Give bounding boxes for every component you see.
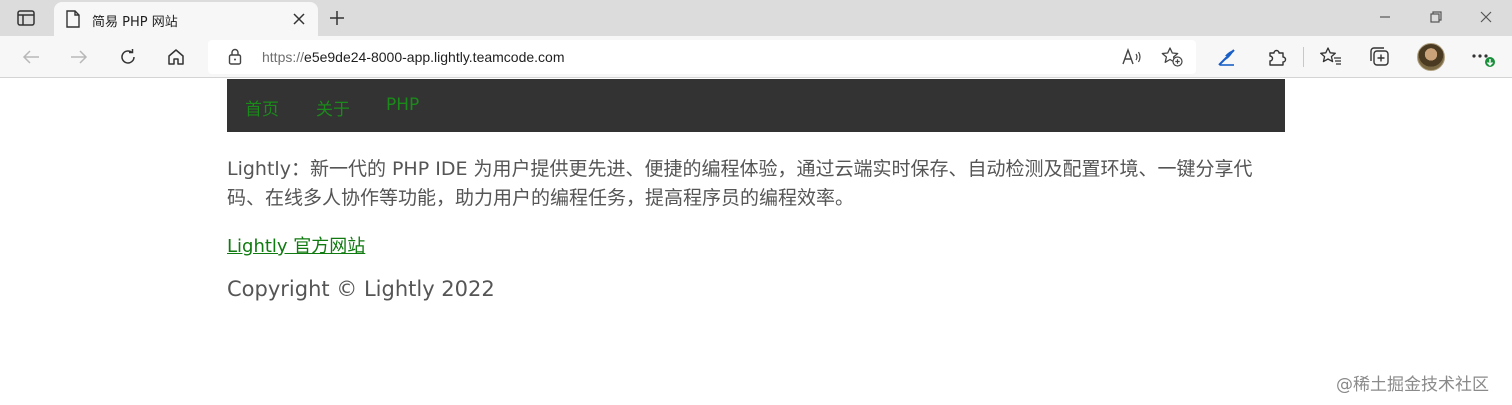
tab-title: 简易 PHP 网站 [92, 15, 178, 30]
page-icon [66, 10, 80, 32]
url-scheme: https:// [262, 49, 305, 65]
collections-icon [1370, 47, 1389, 66]
close-icon [293, 13, 305, 25]
settings-more-button[interactable] [1470, 45, 1496, 69]
extensions-button[interactable] [1264, 45, 1290, 69]
close-icon [1480, 11, 1492, 23]
star-add-icon [1161, 47, 1183, 67]
refresh-button[interactable] [116, 45, 140, 69]
nav-link-home[interactable]: 首页 [245, 95, 279, 120]
collections-button[interactable] [1367, 45, 1393, 69]
url-text[interactable]: https://e5e9de24-8000-app.lightly.teamco… [262, 49, 565, 65]
read-aloud-button[interactable] [1120, 46, 1144, 68]
nav-link-about[interactable]: 关于 [316, 95, 350, 120]
feather-icon [1218, 49, 1235, 66]
arrow-left-icon [22, 50, 39, 64]
puzzle-icon [1269, 49, 1287, 66]
web-page-content: 首页 关于 PHP Lightly：新一代的 PHP IDE 为用户提供更先进、… [0, 79, 1512, 405]
arrow-right-icon [71, 50, 88, 64]
restore-button[interactable] [1424, 6, 1448, 28]
minimize-icon [1380, 16, 1390, 18]
extension-button[interactable] [1214, 45, 1240, 69]
tab-actions-button[interactable] [12, 7, 40, 29]
back-button[interactable] [19, 45, 43, 69]
watermark: @稀土掘金技术社区 [1336, 375, 1489, 395]
url-host: e5e9de24-8000-app.lightly.teamcode.com [304, 49, 565, 65]
profile-avatar[interactable] [1417, 43, 1445, 71]
toolbar-divider [1303, 47, 1304, 67]
nav-link-php[interactable]: PHP [386, 95, 419, 115]
intro-paragraph: Lightly：新一代的 PHP IDE 为用户提供更先进、便捷的编程体验，通过… [227, 158, 1253, 209]
read-aloud-icon [1122, 48, 1141, 65]
address-bar[interactable]: https://e5e9de24-8000-app.lightly.teamco… [208, 40, 1196, 74]
lock-icon[interactable] [228, 48, 242, 70]
more-icon [1472, 54, 1495, 67]
site-navbar: 首页 关于 PHP [227, 79, 1285, 132]
copyright-text: Copyright © Lightly 2022 [227, 277, 495, 301]
active-tab[interactable]: 简易 PHP 网站 [54, 2, 318, 36]
tab-actions-icon [17, 10, 35, 26]
plus-icon [330, 11, 344, 25]
official-site-link[interactable]: Lightly 官方网站 [227, 232, 365, 258]
browser-tab-bar: 简易 PHP 网站 [0, 0, 1512, 36]
refresh-icon [121, 49, 135, 64]
add-favorite-button[interactable] [1160, 46, 1184, 68]
home-button[interactable] [164, 45, 188, 69]
favorites-button[interactable] [1318, 45, 1344, 69]
browser-toolbar: https://e5e9de24-8000-app.lightly.teamco… [0, 36, 1512, 78]
new-tab-button[interactable] [324, 7, 350, 29]
home-icon [168, 49, 184, 65]
restore-icon [1430, 11, 1442, 23]
favorites-icon [1320, 47, 1341, 65]
minimize-button[interactable] [1373, 6, 1397, 28]
forward-button[interactable] [67, 45, 91, 69]
close-window-button[interactable] [1474, 6, 1498, 28]
close-tab-button[interactable] [290, 10, 308, 28]
